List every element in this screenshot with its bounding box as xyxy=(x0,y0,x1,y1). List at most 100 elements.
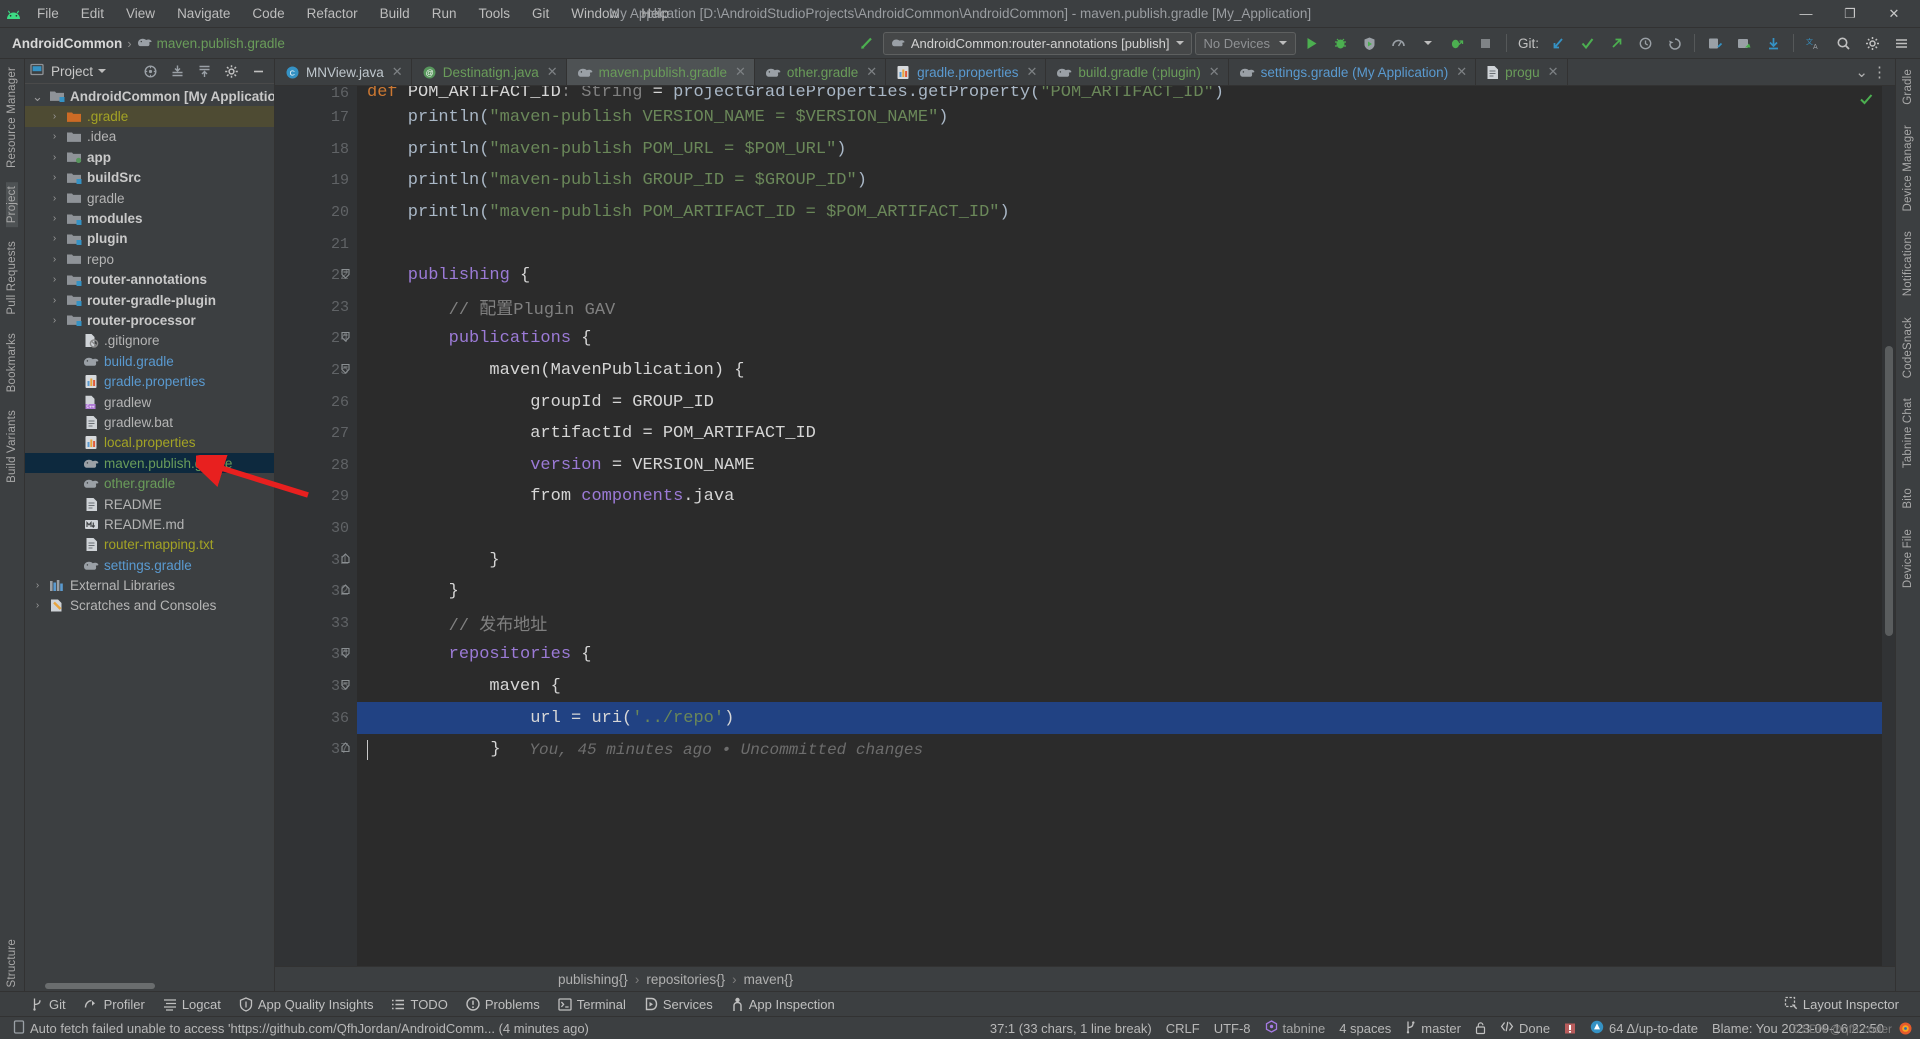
editor-tab[interactable]: progu ✕ xyxy=(1476,59,1568,85)
layout-inspector-group[interactable]: Layout Inspector xyxy=(1775,994,1920,1015)
code-line[interactable]: // 配置Plugin GAV xyxy=(357,292,1882,324)
debug-button[interactable] xyxy=(1328,30,1354,56)
make-project-icon[interactable] xyxy=(854,30,880,56)
translate-icon[interactable]: 文A xyxy=(1801,30,1827,56)
main-menu[interactable]: File Edit View Navigate Code Refactor Bu… xyxy=(26,3,680,25)
hide-panel-icon[interactable] xyxy=(247,61,269,82)
minimize-button[interactable]: — xyxy=(1784,0,1828,27)
tree-item[interactable]: README xyxy=(25,494,274,514)
expand-all-icon[interactable] xyxy=(166,61,188,82)
tree-item[interactable]: other.gradle xyxy=(25,473,274,493)
code-line[interactable]: maven { xyxy=(357,671,1882,703)
bottom-tool-problems[interactable]: Problems xyxy=(457,995,549,1014)
editor-tab[interactable]: @ Destinatign.java ✕ xyxy=(412,59,567,85)
tree-item[interactable]: router-mapping.txt xyxy=(25,535,274,555)
code-fold-icon[interactable] xyxy=(340,267,351,284)
breadcrumb-publishing[interactable]: publishing{} xyxy=(558,972,628,987)
code-line[interactable]: println("maven-publish GROUP_ID = $GROUP… xyxy=(357,165,1882,197)
caret-position[interactable]: 37:1 (33 chars, 1 line break) xyxy=(983,1021,1159,1036)
tree-item[interactable]: › gradle xyxy=(25,188,274,208)
close-tab-icon[interactable]: ✕ xyxy=(1548,64,1559,80)
code-line[interactable]: } You, 45 minutes ago • Uncommitted chan… xyxy=(357,734,1882,766)
editor-tab[interactable]: C MNView.java ✕ xyxy=(275,59,412,85)
rail-item-project[interactable]: Project xyxy=(6,182,18,228)
bottom-tool-logcat[interactable]: Logcat xyxy=(154,995,230,1014)
tree-twisty-icon[interactable]: › xyxy=(31,580,44,591)
editor-vertical-scrollbar[interactable] xyxy=(1885,346,1893,636)
download-icon[interactable] xyxy=(1760,30,1786,56)
code-fold-icon[interactable] xyxy=(340,552,351,569)
rail-item-gradle[interactable]: Gradle xyxy=(1902,65,1914,109)
git-update-icon[interactable] xyxy=(1545,30,1571,56)
status-message[interactable]: Auto fetch failed unable to access 'http… xyxy=(6,1019,596,1037)
tree-twisty-icon[interactable]: › xyxy=(31,600,44,611)
bottom-tool-app-inspection[interactable]: App Inspection xyxy=(722,995,844,1014)
code-line[interactable]: from components .java xyxy=(357,481,1882,513)
breadcrumb-project[interactable]: AndroidCommon xyxy=(12,36,122,51)
code-line[interactable]: println("maven-publish POM_URL = $POM_UR… xyxy=(357,134,1882,166)
code-line[interactable]: } xyxy=(357,576,1882,608)
bottom-tool-terminal[interactable]: Terminal xyxy=(549,995,635,1014)
code-line[interactable] xyxy=(357,228,1882,260)
code-fold-icon[interactable] xyxy=(340,646,351,663)
attach-debugger-button[interactable] xyxy=(1444,30,1470,56)
tree-item[interactable]: gradlew.bat xyxy=(25,412,274,432)
file-encoding[interactable]: UTF-8 xyxy=(1207,1021,1258,1036)
code-line[interactable]: groupId = GROUP_ID xyxy=(357,386,1882,418)
editor-gutter[interactable]: 16 17 18 19 20 21 22 23 24 25 26 27 28 29 30 31 32 33 34 35… xyxy=(275,86,357,966)
tabnine-status[interactable]: tabnine xyxy=(1258,1020,1333,1036)
collapse-all-icon[interactable] xyxy=(193,61,215,82)
code-fold-icon[interactable] xyxy=(340,362,351,379)
memory-indicator-icon[interactable] xyxy=(1557,1022,1583,1035)
updates-status[interactable]: 64 Δ/up-to-date xyxy=(1583,1020,1705,1037)
code-editor[interactable]: 16 17 18 19 20 21 22 23 24 25 26 27 28 29 30 31 32 33 34 35… xyxy=(275,86,1895,966)
tree-twisty-icon[interactable]: › xyxy=(48,233,61,244)
tree-item[interactable]: maven.publish.gradle xyxy=(25,453,274,474)
code-fold-icon[interactable] xyxy=(340,741,351,758)
code-line[interactable]: publications { xyxy=(357,323,1882,355)
tree-item[interactable]: › router-processor xyxy=(25,310,274,330)
tree-item[interactable]: › repo xyxy=(25,249,274,269)
tree-item[interactable]: › plugin xyxy=(25,229,274,249)
breadcrumb[interactable]: AndroidCommon › maven.publish.gradle xyxy=(6,36,285,51)
tree-twisty-icon[interactable]: ⌄ xyxy=(31,90,44,103)
menu-item-window[interactable]: Window xyxy=(560,3,630,25)
tree-twisty-icon[interactable]: › xyxy=(48,254,61,265)
tree-horizontal-scrollbar[interactable] xyxy=(45,983,155,989)
code-line[interactable]: artifactId = POM_ARTIFACT_ID xyxy=(357,418,1882,450)
profile-dropdown-icon[interactable] xyxy=(1415,30,1441,56)
bottom-tool-window-bar[interactable]: Git Profiler Logcat App Quality Insights TOD… xyxy=(0,991,1920,1016)
git-commit-icon[interactable] xyxy=(1574,30,1600,56)
tree-item[interactable]: gradle.properties xyxy=(25,371,274,391)
run-button[interactable] xyxy=(1299,30,1325,56)
tree-item[interactable]: C++ gradlew xyxy=(25,392,274,412)
project-settings-gear-icon[interactable] xyxy=(220,61,242,82)
tree-item[interactable]: › External Libraries xyxy=(25,575,274,595)
code-fold-icon[interactable] xyxy=(340,678,351,695)
rail-item-codesnack[interactable]: CodeSnack xyxy=(1902,313,1914,382)
tree-item[interactable]: settings.gradle xyxy=(25,555,274,575)
bottom-tool-profiler[interactable]: Profiler xyxy=(75,995,154,1014)
close-tab-icon[interactable]: ✕ xyxy=(735,64,746,80)
tab-overflow-controls[interactable]: ⌄ ⋮ xyxy=(1847,59,1895,85)
code-line[interactable]: println("maven-publish POM_ARTIFACT_ID =… xyxy=(357,197,1882,229)
rail-item-notifications[interactable]: Notifications xyxy=(1902,227,1914,300)
menu-item-git[interactable]: Git xyxy=(521,3,560,25)
editor-tab[interactable]: gradle.properties ✕ xyxy=(886,59,1047,85)
tree-twisty-icon[interactable]: › xyxy=(48,274,61,285)
lock-status-icon[interactable] xyxy=(1468,1021,1493,1035)
chevron-down-icon[interactable]: ⌄ xyxy=(1855,63,1868,81)
tree-twisty-icon[interactable]: › xyxy=(48,193,61,204)
tree-item[interactable]: › router-gradle-plugin xyxy=(25,290,274,310)
select-opened-file-icon[interactable] xyxy=(139,61,161,82)
profile-button[interactable] xyxy=(1386,30,1412,56)
code-line[interactable]: def POM_ARTIFACT_ID: String = projectGra… xyxy=(357,86,1882,102)
tree-item[interactable]: › .gradle xyxy=(25,106,274,127)
editor-breadcrumbs[interactable]: publishing{} › repositories{} › maven{} xyxy=(275,966,1895,991)
rail-item-pull-requests[interactable]: Pull Requests xyxy=(6,237,18,319)
tree-item[interactable]: › .idea xyxy=(25,127,274,147)
menu-item-code[interactable]: Code xyxy=(241,3,295,25)
tree-item[interactable]: .gitignore xyxy=(25,331,274,351)
menu-item-run[interactable]: Run xyxy=(421,3,468,25)
rail-item-resource-manager[interactable]: Resource Manager xyxy=(6,63,18,172)
